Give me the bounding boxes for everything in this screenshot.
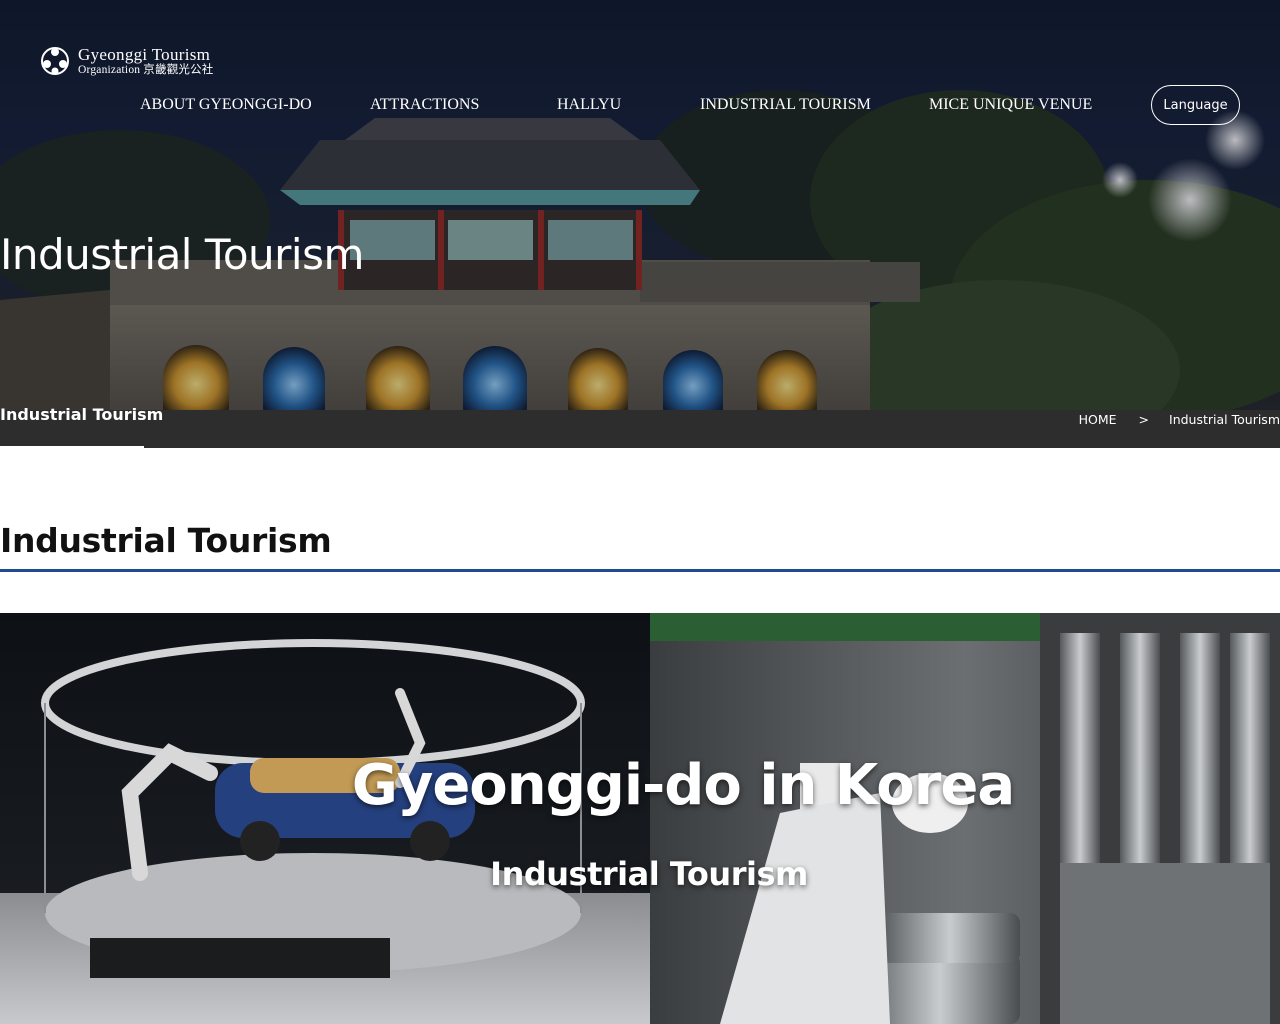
nav-item-mice-unique-venue[interactable]: MICE UNIQUE VENUE	[929, 96, 1092, 114]
nav-item-hallyu[interactable]: HALLYU	[557, 96, 621, 114]
hero-banner: Gyeonggi Tourism Organization 京畿觀光公社 ABO…	[0, 0, 1280, 448]
breadcrumb-current: Industrial Tourism	[1169, 412, 1280, 427]
sub-tab-active-indicator	[0, 446, 144, 448]
sub-tab-industrial-tourism[interactable]: Industrial Tourism	[0, 405, 163, 424]
section-title: Industrial Tourism	[0, 521, 332, 560]
language-button[interactable]: Language	[1151, 85, 1240, 125]
hero-title: Industrial Tourism	[0, 230, 364, 279]
logo-emblem-icon	[41, 47, 69, 75]
breadcrumb-home[interactable]: HOME	[1079, 412, 1117, 427]
feature-banner: Gyeonggi-do in Korea Industrial Tourism	[0, 613, 1280, 1024]
logo-line-2: Organization 京畿觀光公社	[78, 63, 214, 76]
breadcrumb: HOME > Industrial Tourism	[1079, 412, 1280, 427]
logo-line-1: Gyeonggi Tourism	[78, 45, 211, 65]
section-divider	[0, 569, 1280, 572]
feature-title: Gyeonggi-do in Korea	[351, 753, 1015, 818]
main-navigation: ABOUT GYEONGGI-DO ATTRACTIONS HALLYU IND…	[0, 96, 1280, 118]
nav-item-attractions[interactable]: ATTRACTIONS	[370, 96, 479, 114]
feature-background-image	[0, 613, 1280, 1024]
nav-item-industrial-tourism[interactable]: INDUSTRIAL TOURISM	[700, 96, 871, 114]
feature-subtitle: Industrial Tourism	[490, 855, 808, 893]
nav-item-about-gyeonggi-do[interactable]: ABOUT GYEONGGI-DO	[140, 96, 312, 114]
site-logo[interactable]: Gyeonggi Tourism Organization 京畿觀光公社	[40, 42, 214, 80]
breadcrumb-separator: >	[1138, 412, 1150, 427]
